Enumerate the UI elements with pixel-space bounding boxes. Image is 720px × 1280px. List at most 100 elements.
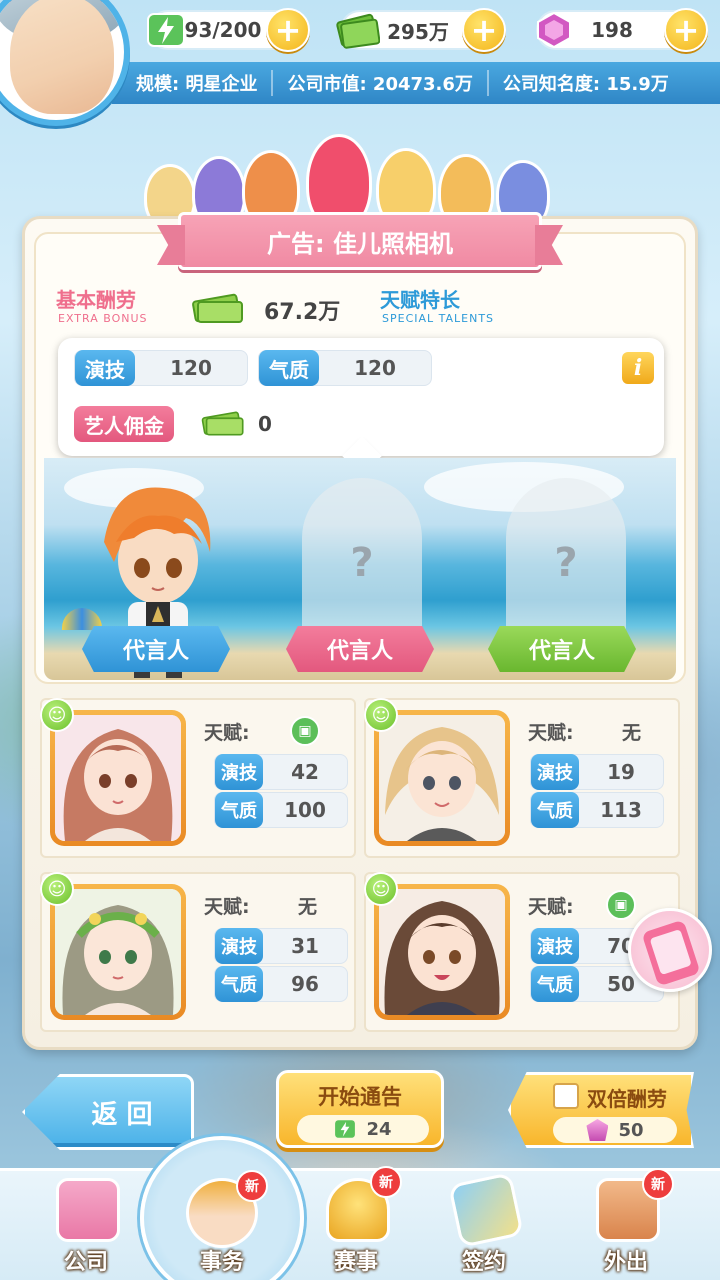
avatar-face	[10, 0, 114, 114]
start-ad-button[interactable]: 开始通告 24	[276, 1070, 444, 1148]
acting-value: 19	[607, 760, 635, 784]
temperament-value: 113	[600, 798, 642, 822]
artist-card[interactable]: ☺ 天赋: 无 演技 31 气质 96	[40, 872, 356, 1032]
acting-label: 演技	[531, 754, 579, 790]
temperament-label: 气质	[531, 966, 579, 1002]
acting-label: 演技	[75, 350, 135, 386]
phone-shortcut-button[interactable]	[628, 908, 712, 992]
add-gems-button[interactable]: +	[664, 8, 708, 52]
temperament-requirement: 气质 120	[258, 350, 432, 386]
talent-label: 天赋:	[528, 896, 574, 918]
company-info-bar: 规模: 明星企业 公司市值: 20473.6万 公司知名度: 15.9万	[112, 62, 720, 104]
artist-portrait	[374, 884, 510, 1020]
temperament-label: 气质	[215, 792, 263, 828]
acting-stat: 演技 31	[214, 928, 348, 964]
temperament-label: 气质	[259, 350, 319, 386]
building-icon	[56, 1178, 120, 1242]
artist-card[interactable]: ☺ 天赋: 无 演技 19 气质 113	[364, 698, 680, 858]
energy-counter: 93/200 +	[147, 8, 310, 52]
mood-happy-icon: ☺	[40, 872, 74, 906]
empty-slot-female[interactable]: ?	[302, 478, 422, 648]
mood-happy-icon: ☺	[40, 698, 74, 732]
acting-value: 120	[170, 356, 212, 380]
cash-icon	[336, 8, 380, 52]
double-reward-toggle[interactable]: 双倍酬劳 50	[508, 1072, 694, 1148]
temperament-label: 气质	[215, 966, 263, 1002]
artist-portrait	[374, 710, 510, 846]
start-cost-value: 24	[366, 1118, 392, 1140]
talent-label: 天赋:	[204, 896, 250, 918]
acting-stat: 演技 19	[530, 754, 664, 790]
nav-sign-label: 签约	[461, 1250, 506, 1275]
cash-icon	[192, 293, 243, 323]
temperament-value: 120	[354, 356, 396, 380]
artist-face	[55, 715, 181, 841]
acting-requirement: 演技 120	[74, 350, 248, 386]
company-fame: 公司知名度: 15.9万	[502, 74, 669, 95]
talent-title: 天赋特长	[380, 288, 460, 312]
nav-company[interactable]: 公司	[26, 1168, 146, 1280]
gem-icon	[586, 1119, 609, 1141]
temperament-label: 气质	[531, 792, 579, 828]
new-badge: 新	[236, 1170, 268, 1202]
spokesperson-slot-3[interactable]: 代言人	[488, 626, 636, 672]
energy-icon	[335, 1120, 356, 1138]
artist-portrait	[50, 884, 186, 1020]
artist-face	[379, 889, 505, 1015]
start-label: 开始通告	[318, 1085, 402, 1109]
acting-value: 42	[291, 760, 319, 784]
commission-label: 艺人佣金	[74, 406, 174, 442]
add-energy-button[interactable]: +	[266, 8, 310, 52]
cash-icon	[201, 411, 244, 436]
talent-value: 无	[622, 722, 642, 744]
nav-competition-label: 赛事	[333, 1250, 378, 1275]
double-reward-checkbox[interactable]	[553, 1083, 579, 1109]
nav-sign[interactable]: 签约	[424, 1168, 544, 1280]
acting-value: 31	[291, 934, 319, 958]
artist-face	[379, 715, 505, 841]
energy-icon	[144, 8, 188, 52]
money-counter: 295万 +	[336, 8, 506, 52]
artist-portrait	[50, 710, 186, 846]
acting-label: 演技	[531, 928, 579, 964]
bonus-value: 67.2万	[264, 300, 341, 325]
bonus-subtitle: EXTRA BONUS	[58, 312, 148, 325]
gem-icon	[532, 8, 576, 52]
ad-title: 广告: 佳儿照相机	[267, 229, 453, 258]
temperament-stat: 气质 113	[530, 792, 664, 828]
back-label: 返 回	[91, 1099, 153, 1130]
player-avatar[interactable]	[0, 0, 130, 126]
company-market-value: 公司市值: 20473.6万	[287, 74, 473, 95]
artist-face	[55, 889, 181, 1015]
camera-talent-icon: ▣	[290, 716, 320, 746]
top-bar: 93/200 + 295万 + 198 + 规模: 明星企业 公司市值: 204…	[0, 0, 720, 126]
spokesperson-slot-1[interactable]: 代言人	[82, 626, 230, 672]
commission-value: 0	[258, 412, 272, 436]
question-mark: ?	[350, 540, 374, 586]
temperament-stat: 气质 96	[214, 966, 348, 1002]
start-cost: 24	[297, 1115, 429, 1143]
nav-company-label: 公司	[63, 1250, 108, 1275]
double-reward-cost: 50	[553, 1117, 677, 1143]
nav-competition[interactable]: 赛事 新	[296, 1166, 416, 1280]
artist-card[interactable]: ☺ 天赋: ▣ 演技 42 气质 100	[40, 698, 356, 858]
talent-subtitle: SPECIAL TALENTS	[382, 312, 495, 325]
add-money-button[interactable]: +	[462, 8, 506, 52]
new-badge: 新	[370, 1166, 402, 1198]
spokesperson-slot-2[interactable]: 代言人	[286, 626, 434, 672]
temperament-value: 96	[291, 972, 319, 996]
nav-affairs[interactable]: 事务 新	[162, 1168, 282, 1280]
contract-icon	[448, 1172, 524, 1248]
acting-label: 演技	[215, 754, 263, 790]
gem-counter: 198 +	[536, 8, 708, 52]
empty-slot-male[interactable]: ?	[506, 478, 626, 648]
double-cost-value: 50	[618, 1119, 644, 1141]
nav-affairs-label: 事务	[199, 1250, 244, 1275]
ad-title-banner: 广告: 佳儿照相机	[178, 212, 542, 270]
double-reward-label: 双倍酬劳	[587, 1087, 667, 1111]
acting-label: 演技	[215, 928, 263, 964]
bonus-title: 基本酬劳	[56, 288, 136, 312]
info-button[interactable]: i	[622, 352, 654, 384]
nav-outing[interactable]: 外出 新	[566, 1168, 686, 1280]
question-mark: ?	[554, 540, 578, 586]
